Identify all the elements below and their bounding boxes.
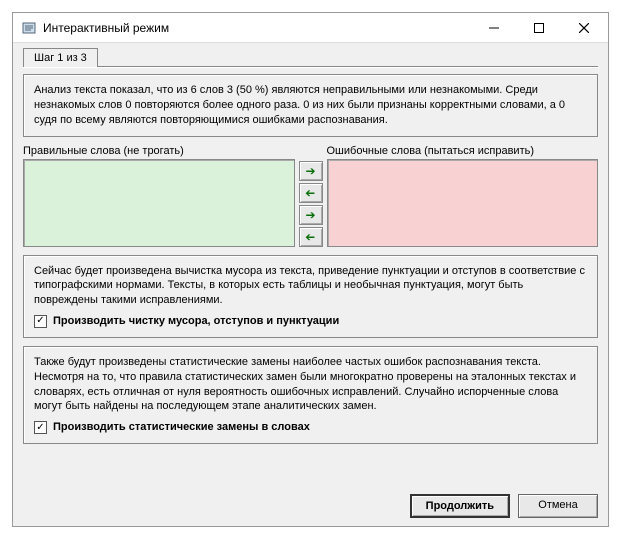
maximize-button[interactable] [516, 14, 561, 42]
client-area: Шаг 1 из 3 Анализ текста показал, что из… [13, 43, 608, 526]
cancel-button[interactable]: Отмена [518, 494, 598, 518]
analysis-panel: Анализ текста показал, что из 6 слов 3 (… [23, 74, 598, 137]
cleanup-checkbox-row: ✓ Производить чистку мусора, отступов и … [34, 314, 587, 329]
error-words-column: Ошибочные слова (пытаться исправить) [327, 145, 599, 247]
stats-checkbox-row: ✓ Производить статистические замены в сл… [34, 420, 587, 435]
correct-words-label: Правильные слова (не трогать) [23, 145, 295, 157]
continue-button[interactable]: Продолжить [410, 494, 510, 518]
word-lists-row: Правильные слова (не трогать) ➔ ➔ ➔ ➔ Ош… [23, 145, 598, 247]
arrow-right-all-icon: ➔ [305, 209, 315, 221]
minimize-button[interactable] [471, 14, 516, 42]
correct-words-listbox[interactable] [23, 159, 295, 247]
cleanup-checkbox-label: Производить чистку мусора, отступов и пу… [53, 314, 339, 329]
titlebar: Интерактивный режим [13, 13, 608, 43]
error-words-label: Ошибочные слова (пытаться исправить) [327, 145, 599, 157]
footer-buttons: Продолжить Отмена [23, 490, 598, 518]
tabstrip: Шаг 1 из 3 [23, 47, 598, 66]
analysis-text: Анализ текста показал, что из 6 слов 3 (… [34, 84, 565, 126]
move-left-button[interactable]: ➔ [299, 183, 323, 203]
app-icon [21, 20, 37, 36]
close-button[interactable] [561, 14, 606, 42]
move-all-left-button[interactable]: ➔ [299, 227, 323, 247]
arrow-left-icon: ➔ [305, 187, 315, 199]
stats-panel: Также будут произведены статистические з… [23, 346, 598, 444]
cleanup-text: Сейчас будет произведена вычистка мусора… [34, 264, 587, 309]
stats-checkbox[interactable]: ✓ [34, 421, 47, 434]
dialog-window: Интерактивный режим Шаг 1 из 3 Анализ те… [12, 12, 609, 527]
move-all-right-button[interactable]: ➔ [299, 205, 323, 225]
stats-text: Также будут произведены статистические з… [34, 355, 587, 414]
stats-checkbox-label: Производить статистические замены в слов… [53, 420, 310, 435]
error-words-listbox[interactable] [327, 159, 599, 247]
arrow-left-all-icon: ➔ [305, 231, 315, 243]
move-right-button[interactable]: ➔ [299, 161, 323, 181]
transfer-buttons: ➔ ➔ ➔ ➔ [299, 145, 323, 247]
cleanup-checkbox[interactable]: ✓ [34, 315, 47, 328]
correct-words-column: Правильные слова (не трогать) [23, 145, 295, 247]
tab-underline [23, 66, 598, 68]
window-title: Интерактивный режим [43, 21, 471, 35]
tab-step[interactable]: Шаг 1 из 3 [23, 48, 98, 67]
window-controls [471, 14, 606, 42]
cleanup-panel: Сейчас будет произведена вычистка мусора… [23, 255, 598, 338]
arrow-right-icon: ➔ [305, 165, 315, 177]
